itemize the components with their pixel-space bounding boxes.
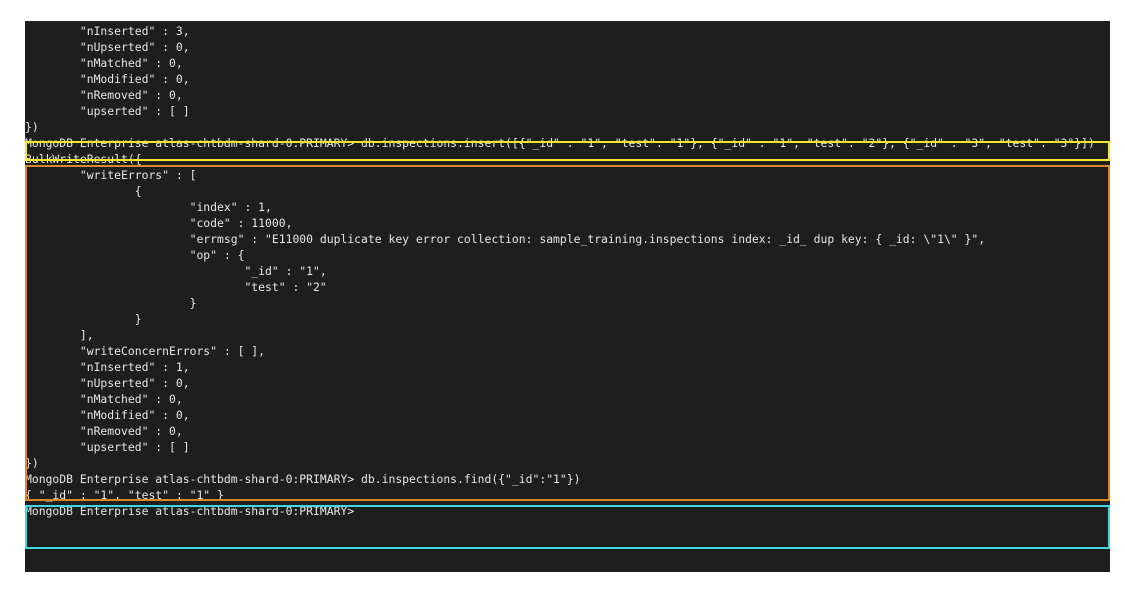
terminal-line: "index" : 1, [25, 200, 272, 214]
terminal-line: }) [25, 120, 39, 134]
terminal-line: { "_id" : "1", "test" : "1" } [25, 488, 224, 502]
terminal-line: "_id" : "1", [25, 264, 327, 278]
terminal-line: "nUpserted" : 0, [25, 376, 190, 390]
terminal-line: "nModified" : 0, [25, 72, 190, 86]
terminal-line: "errmsg" : "E11000 duplicate key error c… [25, 232, 986, 246]
terminal-line: MongoDB Enterprise atlas-chtbdm-shard-0:… [25, 472, 581, 486]
terminal-line: "test" : "2" [25, 280, 327, 294]
terminal-line: MongoDB Enterprise atlas-chtbdm-shard-0:… [25, 504, 355, 518]
terminal-line: MongoDB Enterprise atlas-chtbdm-shard-0:… [25, 136, 1095, 150]
terminal-line: "upserted" : [ ] [25, 440, 190, 454]
terminal-line: "op" : { [25, 248, 245, 262]
terminal-line: }) [25, 456, 39, 470]
terminal-line: "nInserted" : 1, [25, 360, 190, 374]
terminal-line: { [25, 184, 142, 198]
terminal-line: "code" : 11000, [25, 216, 293, 230]
terminal-line: "nMatched" : 0, [25, 392, 183, 406]
terminal-line: "nRemoved" : 0, [25, 424, 183, 438]
terminal-line: "nUpserted" : 0, [25, 40, 190, 54]
terminal-line: "upserted" : [ ] [25, 104, 190, 118]
terminal-line: "nInserted" : 3, [25, 24, 190, 38]
terminal-line: "writeConcernErrors" : [ ], [25, 344, 266, 358]
terminal-line: BulkWriteResult({ [25, 152, 142, 166]
terminal-window[interactable]: "nInserted" : 3, "nUpserted" : 0, "nMatc… [25, 21, 1110, 572]
terminal-line: } [25, 296, 197, 310]
terminal-line: ], [25, 328, 94, 342]
terminal-line: "nRemoved" : 0, [25, 88, 183, 102]
terminal-line: "nMatched" : 0, [25, 56, 183, 70]
terminal-line: "writeErrors" : [ [25, 168, 197, 182]
terminal-line: "nModified" : 0, [25, 408, 190, 422]
terminal-line: } [25, 312, 142, 326]
